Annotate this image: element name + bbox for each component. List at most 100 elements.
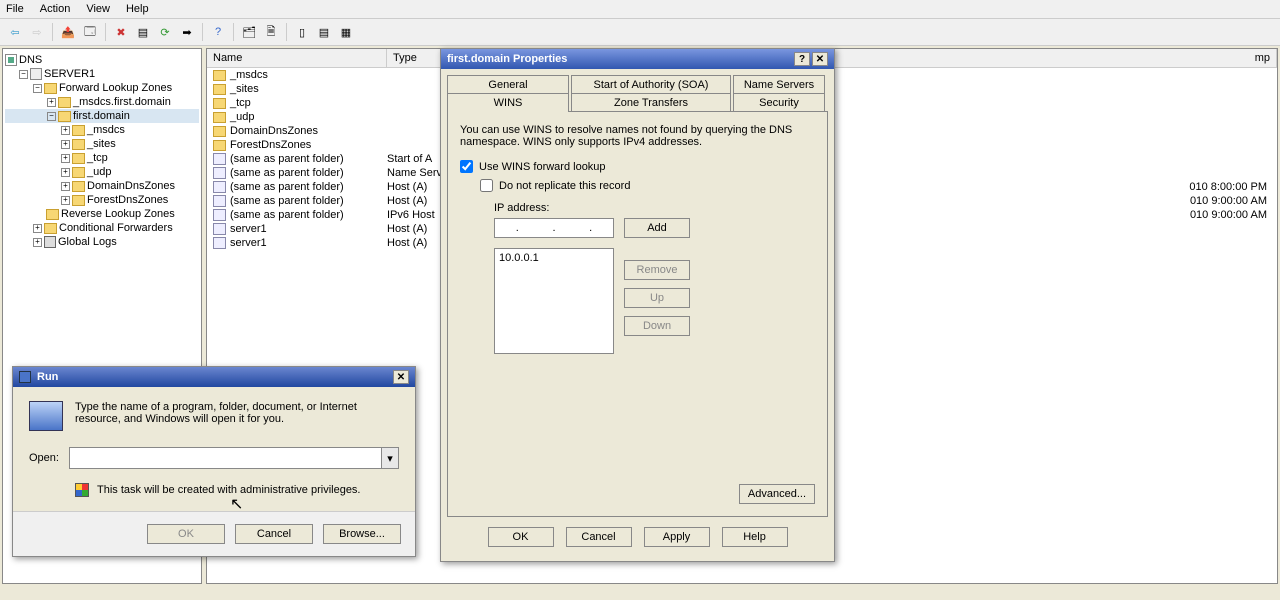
remove-button[interactable]: Remove bbox=[624, 260, 690, 280]
folder-icon bbox=[213, 98, 226, 109]
ok-button[interactable]: OK bbox=[488, 527, 554, 547]
help-button[interactable]: ? bbox=[794, 52, 810, 66]
cancel-button[interactable]: Cancel bbox=[566, 527, 632, 547]
expand-icon[interactable]: + bbox=[33, 224, 42, 233]
back-icon[interactable]: ⇦ bbox=[6, 23, 24, 41]
expand-icon[interactable]: + bbox=[61, 182, 70, 191]
no-replicate-label: Do not replicate this record bbox=[499, 180, 630, 192]
row-name: _msdcs bbox=[230, 69, 268, 81]
tree-msdcs-zone[interactable]: +_msdcs.first.domain bbox=[5, 95, 199, 109]
tree-tcp[interactable]: + _tcp bbox=[5, 151, 199, 165]
menubar: File Action View Help bbox=[0, 0, 1280, 19]
row-name: (same as parent folder) bbox=[230, 195, 344, 207]
toolbar: ⇦ ⇨ 📤 🗔 ✖ ▤ ⟳ ➡ ? 🗂 🗎 ▯ ▤ ▦ bbox=[0, 19, 1280, 46]
tree-item-label: DomainDnsZones bbox=[87, 180, 175, 192]
properties-icon[interactable]: ▤ bbox=[134, 23, 152, 41]
dialog-titlebar[interactable]: Run ✕ bbox=[13, 367, 415, 387]
row-name: server1 bbox=[230, 223, 267, 235]
no-replicate-input[interactable] bbox=[480, 179, 493, 192]
tree-item-label: _tcp bbox=[87, 152, 108, 164]
tool-icon-3[interactable]: ▯ bbox=[293, 23, 311, 41]
tab-zone-transfers[interactable]: Zone Transfers bbox=[571, 93, 731, 112]
forward-icon[interactable]: ⇨ bbox=[28, 23, 46, 41]
tree-udp[interactable]: +_udp bbox=[5, 165, 199, 179]
tree-fdz[interactable]: +ForestDnsZones bbox=[5, 193, 199, 207]
advanced-button[interactable]: Advanced... bbox=[739, 484, 815, 504]
dialog-titlebar[interactable]: first.domain Properties ? ✕ bbox=[441, 49, 834, 69]
apply-button[interactable]: Apply bbox=[644, 527, 710, 547]
row-name: (same as parent folder) bbox=[230, 167, 344, 179]
tool-icon-5[interactable]: ▦ bbox=[337, 23, 355, 41]
expand-icon[interactable]: + bbox=[33, 238, 42, 247]
record-icon bbox=[213, 237, 226, 249]
menu-view[interactable]: View bbox=[86, 3, 110, 15]
tool-icon-2[interactable]: 🗎 bbox=[262, 23, 280, 41]
tab-name-servers[interactable]: Name Servers bbox=[733, 75, 825, 94]
refresh-icon[interactable]: ⟳ bbox=[156, 23, 174, 41]
expand-icon[interactable]: + bbox=[61, 154, 70, 163]
help-icon[interactable]: ? bbox=[209, 23, 227, 41]
tree-fwd-zones[interactable]: −Forward Lookup Zones bbox=[5, 81, 199, 95]
tree-global-logs[interactable]: +Global Logs bbox=[5, 235, 199, 249]
use-wins-input[interactable] bbox=[460, 160, 473, 173]
tab-general[interactable]: General bbox=[447, 75, 569, 94]
menu-file[interactable]: File bbox=[6, 3, 24, 15]
tab-security[interactable]: Security bbox=[733, 93, 825, 112]
wins-servers-list[interactable]: 10.0.0.1 bbox=[494, 248, 614, 354]
menu-help[interactable]: Help bbox=[126, 3, 149, 15]
tree-ddz[interactable]: + DomainDnsZones bbox=[5, 179, 199, 193]
dns-icon bbox=[5, 54, 17, 66]
help-button[interactable]: Help bbox=[722, 527, 788, 547]
ok-button[interactable]: OK bbox=[147, 524, 225, 544]
show-hide-icon[interactable]: 🗔 bbox=[81, 23, 99, 41]
up-icon[interactable]: 📤 bbox=[59, 23, 77, 41]
folder-icon bbox=[72, 139, 85, 150]
browse-button[interactable]: Browse... bbox=[323, 524, 401, 544]
export-icon[interactable]: ➡ bbox=[178, 23, 196, 41]
close-button[interactable]: ✕ bbox=[393, 370, 409, 384]
add-button[interactable]: Add bbox=[624, 218, 690, 238]
collapse-icon[interactable]: − bbox=[47, 112, 56, 121]
tree-sites[interactable]: +_sites bbox=[5, 137, 199, 151]
wins-server-item[interactable]: 10.0.0.1 bbox=[499, 252, 609, 264]
expand-icon[interactable]: + bbox=[61, 140, 70, 149]
tree-cond-fwd[interactable]: + Conditional Forwarders bbox=[5, 221, 199, 235]
row-name: _udp bbox=[230, 111, 254, 123]
open-input[interactable] bbox=[70, 448, 381, 468]
logs-icon bbox=[44, 236, 56, 248]
row-name: (same as parent folder) bbox=[230, 181, 344, 193]
delete-icon[interactable]: ✖ bbox=[112, 23, 130, 41]
run-title-icon bbox=[19, 371, 31, 383]
record-icon bbox=[213, 153, 226, 165]
down-button[interactable]: Down bbox=[624, 316, 690, 336]
tree-msdcs[interactable]: +_msdcs bbox=[5, 123, 199, 137]
tree-rev-zones[interactable]: Reverse Lookup Zones bbox=[5, 207, 199, 221]
tab-wins[interactable]: WINS bbox=[447, 93, 569, 112]
expand-icon[interactable]: + bbox=[61, 168, 70, 177]
tree-server-label: SERVER1 bbox=[44, 68, 95, 80]
expand-icon[interactable]: + bbox=[47, 98, 56, 107]
tab-soa[interactable]: Start of Authority (SOA) bbox=[571, 75, 731, 94]
chevron-down-icon[interactable]: ▾ bbox=[381, 448, 398, 468]
tool-icon-4[interactable]: ▤ bbox=[315, 23, 333, 41]
expand-icon[interactable]: + bbox=[61, 196, 70, 205]
collapse-icon[interactable]: − bbox=[19, 70, 28, 79]
up-button[interactable]: Up bbox=[624, 288, 690, 308]
collapse-icon[interactable]: − bbox=[33, 84, 42, 93]
use-wins-checkbox[interactable]: Use WINS forward lookup bbox=[460, 160, 815, 173]
tree-server[interactable]: − SERVER1 bbox=[5, 67, 199, 81]
tree-item-label: Conditional Forwarders bbox=[59, 222, 173, 234]
expand-icon[interactable]: + bbox=[61, 126, 70, 135]
ip-address-input[interactable]: ... bbox=[494, 218, 614, 238]
record-icon bbox=[213, 195, 226, 207]
tab-page-wins: You can use WINS to resolve names not fo… bbox=[447, 111, 828, 517]
open-combobox[interactable]: ▾ bbox=[69, 447, 399, 469]
tree-first-domain[interactable]: −first.domain bbox=[5, 109, 199, 123]
tree-root[interactable]: DNS bbox=[5, 53, 199, 67]
menu-action[interactable]: Action bbox=[40, 3, 71, 15]
col-name-header[interactable]: Name bbox=[207, 49, 387, 67]
tool-icon-1[interactable]: 🗂 bbox=[240, 23, 258, 41]
no-replicate-checkbox[interactable]: Do not replicate this record bbox=[480, 179, 815, 192]
close-button[interactable]: ✕ bbox=[812, 52, 828, 66]
cancel-button[interactable]: Cancel bbox=[235, 524, 313, 544]
